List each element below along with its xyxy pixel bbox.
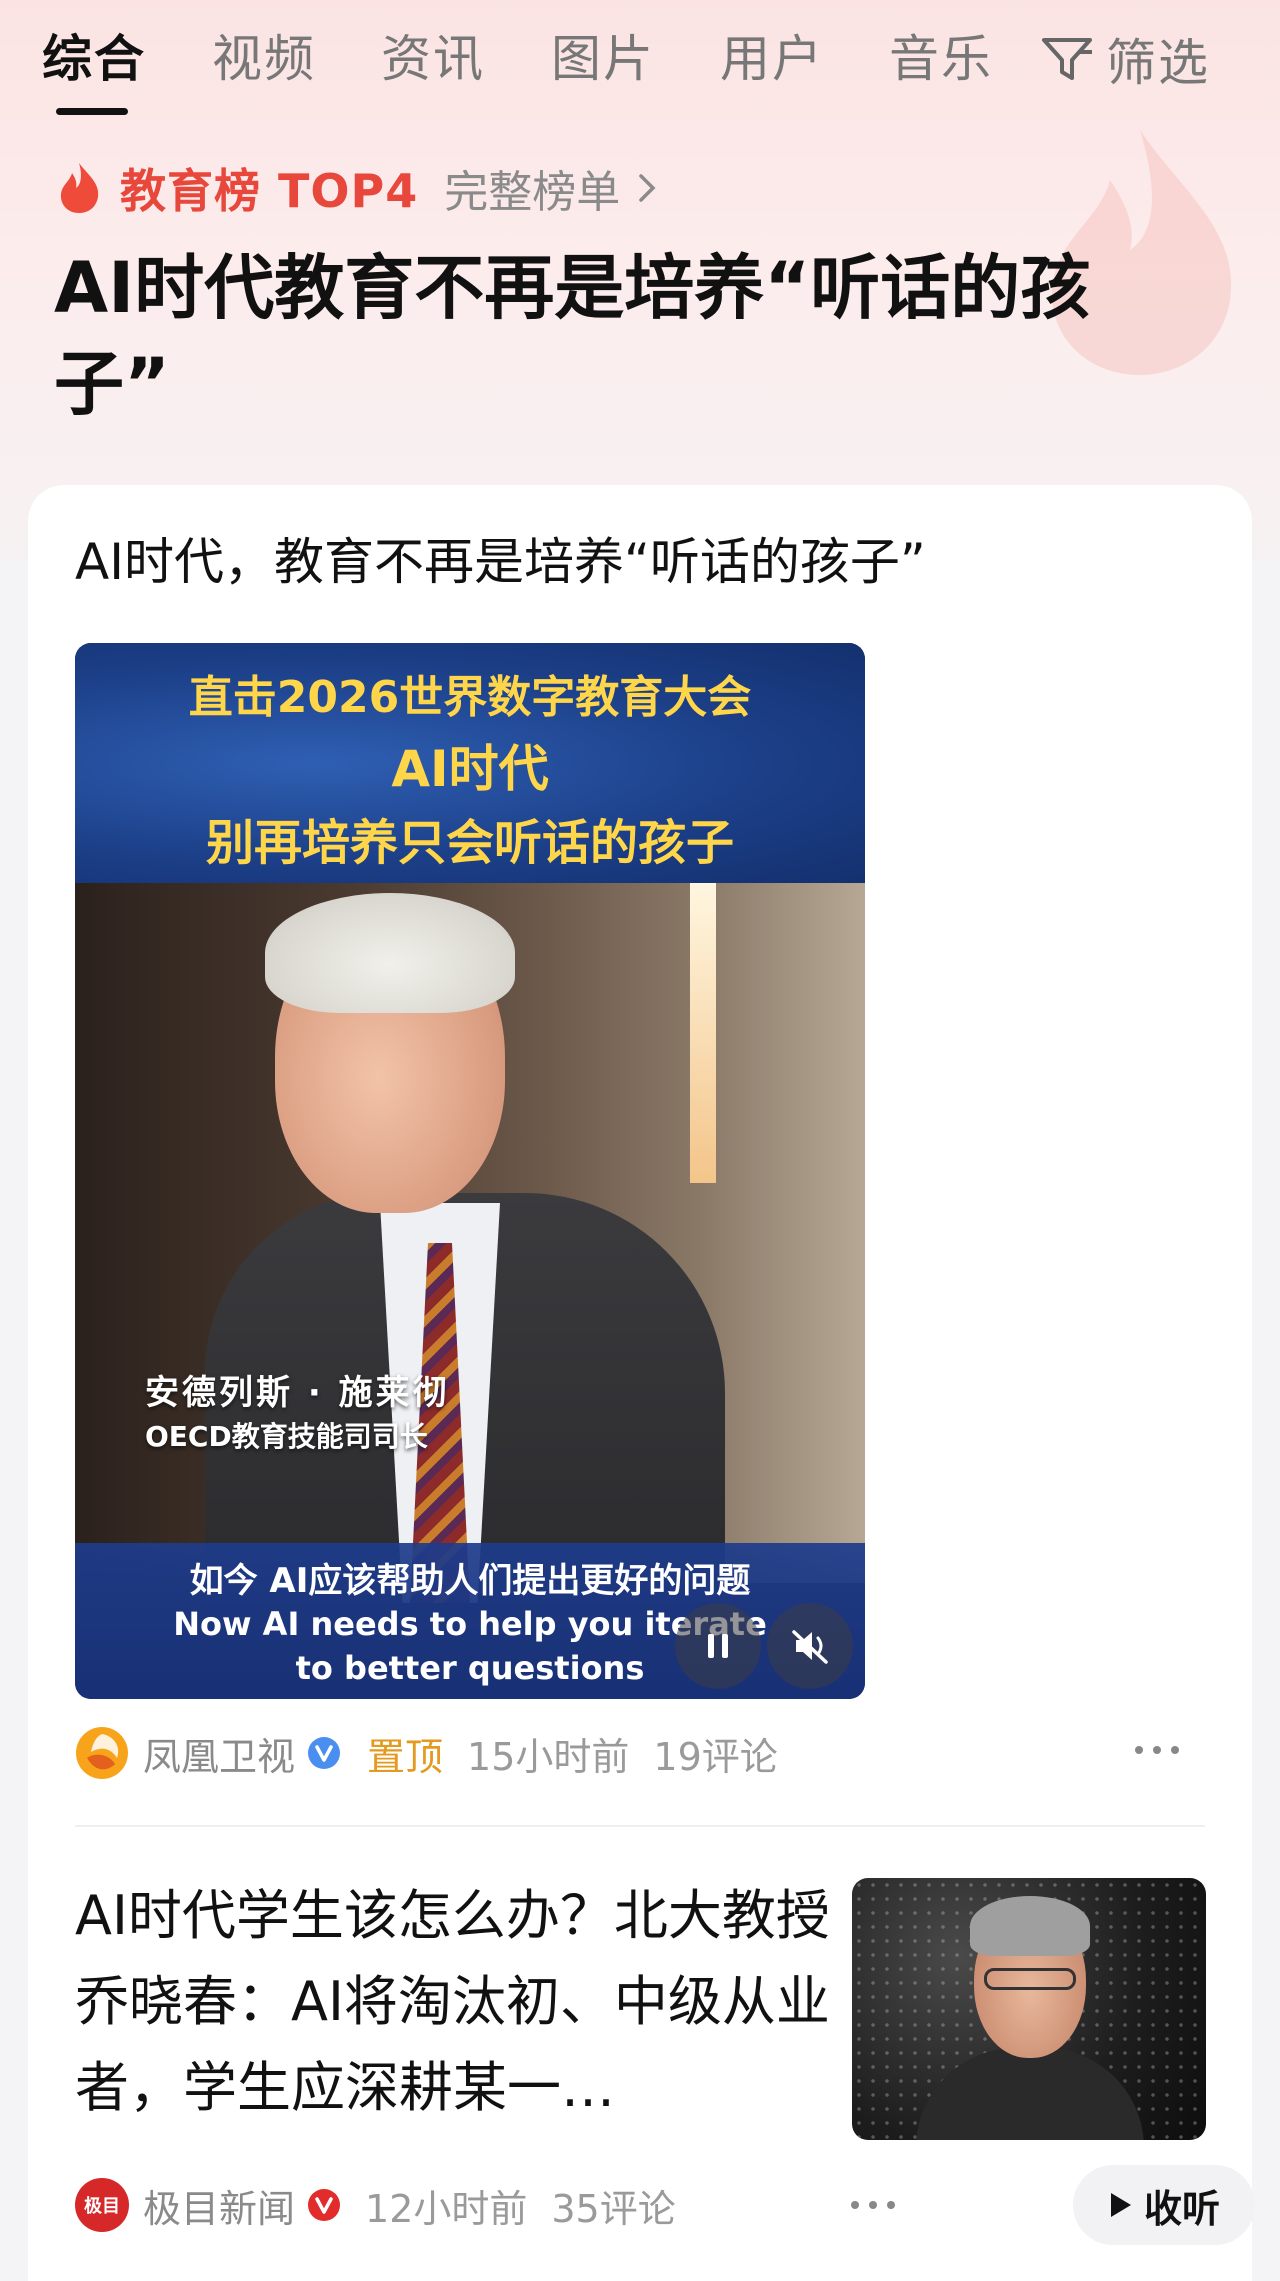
banner-line: 别再培养只会听话的孩子 bbox=[205, 815, 734, 871]
ranking-row[interactable]: 教育榜 TOP4 完整榜单 bbox=[56, 158, 660, 218]
phoenix-tv-logo-icon[interactable] bbox=[75, 1726, 129, 1780]
search-tabs: 综合 视频 资讯 图片 用户 音乐 筛选 bbox=[0, 0, 1280, 120]
video-player[interactable]: 直击2026世界数字教育大会 AI时代 别再培养只会听话的孩子 安德列斯 · 施… bbox=[75, 643, 865, 1699]
source-name[interactable]: 极目新闻 bbox=[143, 2178, 295, 2233]
thumbnail-glasses bbox=[984, 1968, 1076, 1990]
banner-line: 直击2026世界数字教育大会 bbox=[188, 672, 752, 723]
active-tab-indicator bbox=[56, 108, 128, 115]
tab-video[interactable]: 视频 bbox=[212, 24, 316, 94]
comment-count[interactable]: 35评论 bbox=[551, 2178, 675, 2233]
listen-label: 收听 bbox=[1143, 2186, 1220, 2231]
listen-button[interactable]: 收听 bbox=[1073, 2165, 1255, 2245]
divider bbox=[75, 1825, 1205, 1827]
full-ranking-link[interactable]: 完整榜单 bbox=[444, 156, 620, 220]
topic-headline[interactable]: AI时代教育不再是培养“听话的孩子” bbox=[54, 240, 1174, 432]
filter-label: 筛选 bbox=[1106, 34, 1210, 92]
tab-news[interactable]: 资讯 bbox=[381, 24, 485, 94]
mute-button[interactable] bbox=[767, 1603, 853, 1689]
filter-button[interactable]: 筛选 bbox=[1038, 24, 1210, 94]
tab-images[interactable]: 图片 bbox=[551, 24, 655, 94]
banner-line: AI时代 bbox=[391, 740, 549, 798]
pause-button[interactable] bbox=[675, 1603, 761, 1689]
video-title[interactable]: AI时代，教育不再是培养“听话的孩子” bbox=[75, 530, 926, 594]
article-title[interactable]: AI时代学生该怎么办？北大教授乔晓春：AI将淘汰初、中级从业者，学生应深耕某一… bbox=[75, 1873, 865, 2131]
video-banner: 直击2026世界数字教育大会 AI时代 别再培养只会听话的孩子 bbox=[75, 643, 865, 883]
background-light bbox=[690, 883, 716, 1183]
jimu-news-logo-icon[interactable]: 极目 bbox=[75, 2178, 129, 2232]
article-thumbnail[interactable] bbox=[852, 1878, 1206, 2140]
publish-time: 15小时前 bbox=[467, 1734, 630, 1779]
tab-music[interactable]: 音乐 bbox=[889, 24, 993, 94]
speaker-name-caption: 安德列斯 · 施莱彻 bbox=[145, 1373, 450, 1413]
verified-badge-icon bbox=[308, 2189, 341, 2221]
article-meta: 极目 极目新闻 12小时前 35评论 收听 bbox=[75, 2165, 1255, 2245]
chevron-right-icon bbox=[639, 174, 656, 202]
tab-users[interactable]: 用户 bbox=[720, 24, 824, 94]
flame-icon bbox=[60, 163, 99, 213]
pause-icon bbox=[708, 1634, 728, 1658]
more-options-icon[interactable] bbox=[845, 2190, 901, 2220]
verified-badge-icon bbox=[308, 1737, 341, 1769]
card-meta: 凤凰卫视 置顶 15小时前 19评论 bbox=[75, 1723, 1205, 1783]
ranking-title: 教育榜 TOP4 bbox=[120, 164, 419, 218]
speaker-role-caption: OECD教育技能司司长 bbox=[145, 1420, 428, 1453]
speaker-hair bbox=[265, 893, 515, 1013]
tab-comprehensive[interactable]: 综合 bbox=[42, 24, 146, 94]
more-options-icon[interactable] bbox=[1129, 1735, 1185, 1765]
video-frame bbox=[75, 883, 865, 1613]
subtitle-cn: 如今 AI应该帮助人们提出更好的问题 bbox=[189, 1561, 751, 1601]
source-name[interactable]: 凤凰卫视 bbox=[143, 1726, 295, 1781]
speaker-muted-icon bbox=[792, 1630, 828, 1664]
filter-icon bbox=[1042, 38, 1092, 80]
comment-count[interactable]: 19评论 bbox=[653, 1726, 777, 1781]
result-card: AI时代，教育不再是培养“听话的孩子” 直击2026世界数字教育大会 AI时代 … bbox=[28, 485, 1255, 2281]
publish-time: 12小时前 bbox=[365, 2186, 528, 2231]
thumbnail-person-hair bbox=[970, 1896, 1090, 1956]
pinned-label: 置顶 bbox=[367, 1734, 444, 1779]
play-icon bbox=[1110, 2193, 1131, 2217]
